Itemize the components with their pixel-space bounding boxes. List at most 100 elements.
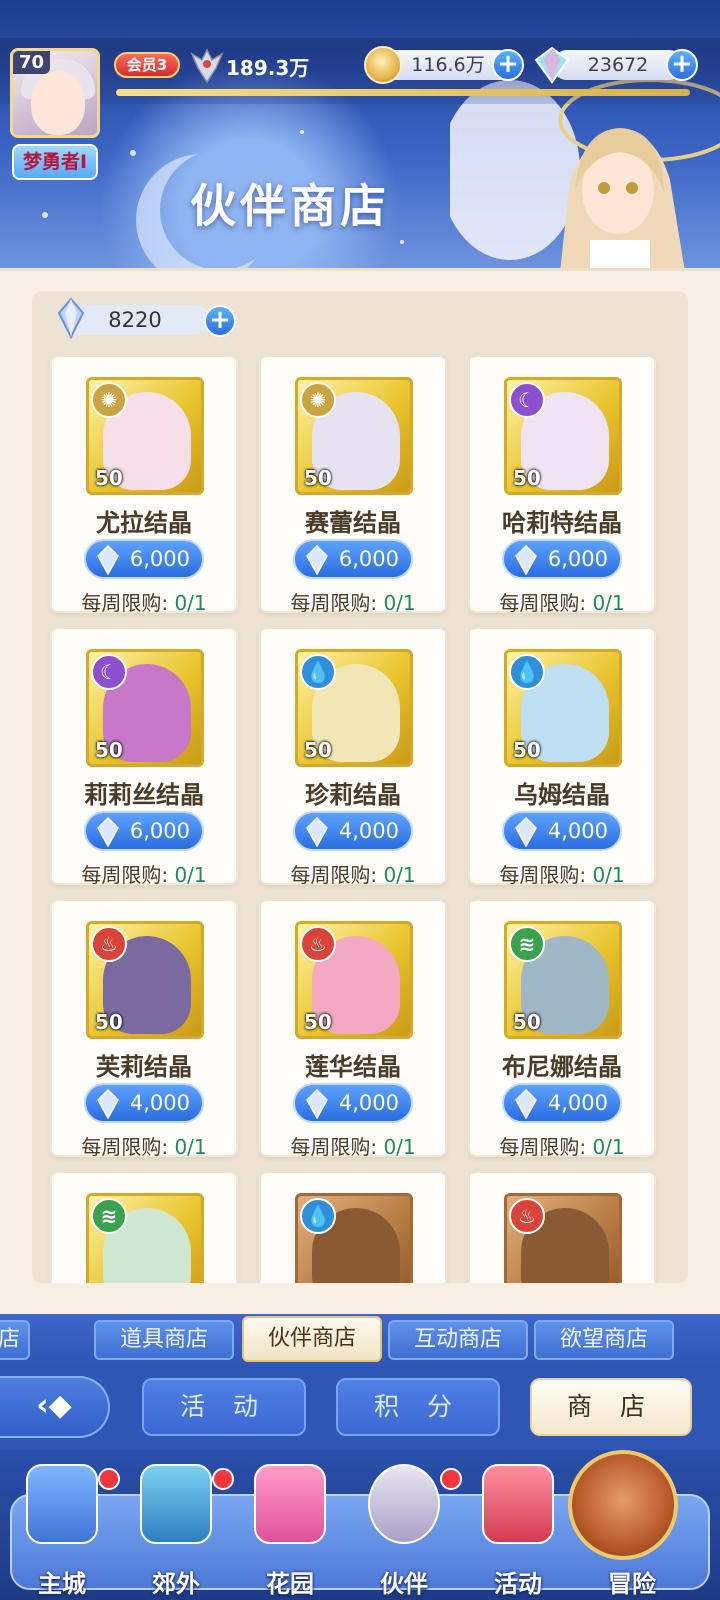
tab-3[interactable]: 互动商店 xyxy=(388,1320,528,1360)
buy-button[interactable]: 4,000 xyxy=(502,1083,622,1123)
fire-element-icon: ♨ xyxy=(509,1198,545,1234)
gold-divider xyxy=(116,89,690,96)
item-price: 4,000 xyxy=(547,1091,608,1115)
limit-label: 每周限购: xyxy=(81,591,169,615)
buy-button[interactable]: 6,000 xyxy=(293,539,413,579)
nav-item-4[interactable]: 活动 xyxy=(460,1450,576,1600)
shop-item-card[interactable]: ♨ xyxy=(468,1171,656,1283)
purchase-limit: 每周限购: 0/1 xyxy=(261,1131,445,1160)
limit-value: 0/1 xyxy=(592,1135,625,1159)
vip-badge[interactable]: 会员3 xyxy=(114,52,180,78)
item-price: 6,000 xyxy=(129,547,190,571)
buy-button[interactable]: 6,000 xyxy=(502,539,622,579)
back-button[interactable]: ‹◆ xyxy=(0,1376,110,1438)
limit-value: 0/1 xyxy=(174,591,207,615)
nav-item-1[interactable]: 郊外 xyxy=(118,1450,234,1600)
shop-item-card[interactable]: ≋ 50 布尼娜结晶 4,000 每周限购: 0/1 xyxy=(468,899,656,1159)
shop-item-card[interactable]: ♨ 50 芙莉结晶 4,000 每周限购: 0/1 xyxy=(50,899,238,1160)
power-wings-icon xyxy=(190,48,224,84)
nav-label: 伙伴 xyxy=(380,1570,428,1598)
purchase-limit: 每周限购: 0/1 xyxy=(52,859,236,888)
nav-item-5[interactable]: 冒险 xyxy=(568,1450,690,1600)
item-name: 赛蕾结晶 xyxy=(305,509,401,537)
tab-4[interactable]: 欲望商店 xyxy=(534,1320,674,1360)
purchase-limit: 每周限购: 0/1 xyxy=(261,859,445,888)
character-portrait: ≋ xyxy=(86,1193,204,1283)
nav-item-2[interactable]: 花园 xyxy=(232,1450,348,1600)
item-name: 芙莉结晶 xyxy=(96,1053,192,1081)
item-name: 尤拉结晶 xyxy=(96,509,192,537)
player-level: 70 xyxy=(13,51,51,74)
nav-icon-0 xyxy=(26,1464,98,1544)
limit-value: 0/1 xyxy=(592,591,625,615)
item-price: 4,000 xyxy=(338,819,399,843)
buy-button[interactable]: 4,000 xyxy=(84,1083,204,1123)
gem-value: 23672 xyxy=(587,54,649,76)
purchase-limit: 每周限购: 0/1 xyxy=(52,587,236,616)
item-quantity: 50 xyxy=(304,1010,332,1034)
shop-item-card[interactable]: 💧 50 乌姆结晶 4,000 每周限购: 0/1 xyxy=(468,627,656,888)
activity-button[interactable]: 活 动 xyxy=(142,1378,306,1436)
item-quantity: 50 xyxy=(304,466,332,490)
item-quantity: 50 xyxy=(304,738,332,762)
item-quantity: 50 xyxy=(95,738,123,762)
buy-button[interactable]: 4,000 xyxy=(293,1083,413,1123)
nav-label: 活动 xyxy=(494,1570,542,1598)
nav-icon-2 xyxy=(254,1464,326,1544)
player-nickname[interactable]: 梦勇者I xyxy=(12,144,98,180)
crystal-price-icon xyxy=(515,1089,537,1119)
item-name: 莲华结晶 xyxy=(305,1053,401,1081)
shop-item-card[interactable]: ☾ 50 莉莉丝结晶 6,000 每周限购: 0/1 xyxy=(50,627,238,888)
buy-button[interactable]: 4,000 xyxy=(502,811,622,851)
buy-button[interactable]: 4,000 xyxy=(293,811,413,851)
add-gem-button[interactable]: + xyxy=(666,49,698,81)
power-value: 189.3万 xyxy=(226,56,310,80)
purchase-limit: 每周限购: 0/1 xyxy=(470,859,654,888)
notification-dot xyxy=(98,1468,120,1490)
shop-item-card[interactable]: ≋ xyxy=(50,1171,238,1283)
nav-item-3[interactable]: 伙伴 xyxy=(346,1450,462,1600)
shop-item-card[interactable]: ♨ 50 莲华结晶 4,000 每周限购: 0/1 xyxy=(259,899,447,1160)
limit-label: 每周限购: xyxy=(499,591,587,615)
tab-2[interactable]: 伙伴商店 xyxy=(242,1316,382,1362)
tab-1[interactable]: 道具商店 xyxy=(94,1320,234,1360)
purchase-limit: 每周限购: 0/1 xyxy=(52,1131,236,1160)
player-avatar[interactable]: 70 xyxy=(10,48,100,138)
shop-item-card[interactable]: 💧 xyxy=(259,1171,447,1283)
shop-button[interactable]: 商 店 xyxy=(530,1378,692,1436)
wind-element-icon: ≋ xyxy=(91,1198,127,1234)
crystal-price-icon xyxy=(97,817,119,847)
page-title: 伙伴商店 xyxy=(190,179,390,233)
gold-coin-icon xyxy=(364,46,402,84)
crystal-price-icon xyxy=(515,545,537,575)
points-button[interactable]: 积 分 xyxy=(336,1378,500,1436)
avatar-face xyxy=(31,71,85,135)
shop-item-card[interactable]: ✺ 50 尤拉结晶 6,000 每周限购: 0/1 xyxy=(50,355,238,616)
nav-label: 郊外 xyxy=(152,1570,200,1598)
buy-button[interactable]: 6,000 xyxy=(84,811,204,851)
limit-label: 每周限购: xyxy=(290,863,378,887)
add-crystal-button[interactable]: + xyxy=(204,305,236,337)
limit-value: 0/1 xyxy=(592,863,625,887)
item-name: 哈莉特结晶 xyxy=(502,509,622,537)
shop-item-card[interactable]: ✺ 50 赛蕾结晶 6,000 每周限购: 0/1 xyxy=(259,355,447,615)
nav-item-0[interactable]: 主城 xyxy=(4,1450,120,1600)
buy-button[interactable]: 6,000 xyxy=(84,539,204,579)
crystal-price-icon xyxy=(515,817,537,847)
character-portrait: 💧 50 xyxy=(504,649,622,767)
nav-icon-1 xyxy=(140,1464,212,1544)
item-name: 莉莉丝结晶 xyxy=(84,781,204,809)
shop-item-card[interactable]: 💧 50 珍莉结晶 4,000 每周限购: 0/1 xyxy=(259,627,447,888)
item-price: 6,000 xyxy=(547,547,608,571)
crystal-value: 8220 xyxy=(108,308,162,332)
sun-element-icon: ✺ xyxy=(300,382,336,418)
notification-dot xyxy=(212,1468,234,1490)
purchase-limit: 每周限购: 0/1 xyxy=(470,587,654,616)
add-gold-button[interactable]: + xyxy=(492,49,524,81)
shop-header: 70 梦勇者I 会员3 189.3万 116.6万 + 23672 + 伙伴商店 xyxy=(0,0,720,272)
limit-value: 0/1 xyxy=(383,1135,416,1159)
diamond-gem-icon xyxy=(534,46,570,84)
limit-label: 每周限购: xyxy=(499,863,587,887)
tab-0[interactable]: 店 xyxy=(0,1320,30,1360)
shop-item-card[interactable]: ☾ 50 哈莉特结晶 6,000 每周限购: 0/1 xyxy=(468,355,656,616)
